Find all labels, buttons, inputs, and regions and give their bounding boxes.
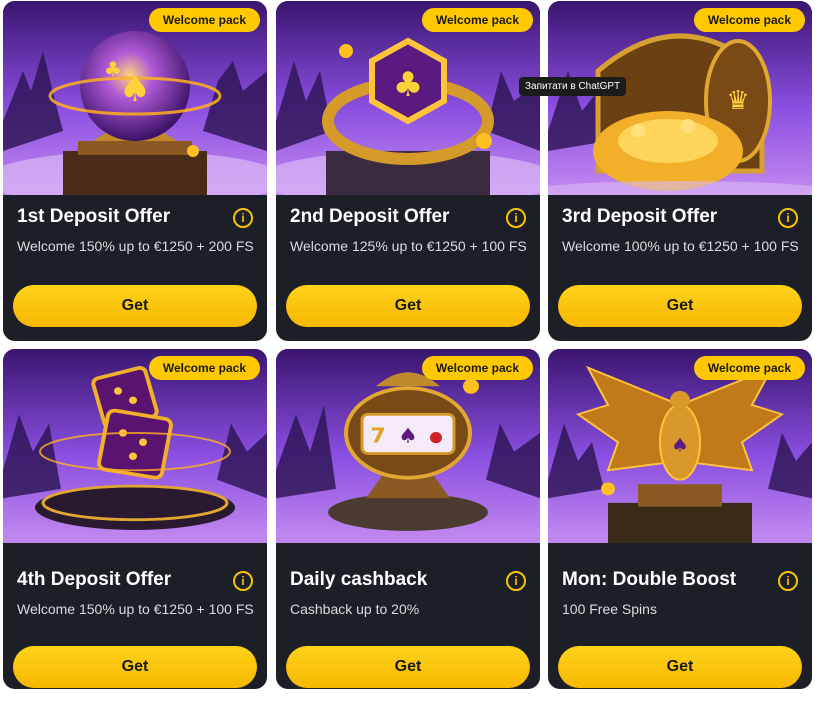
offer-description: 100 Free Spins — [562, 601, 657, 617]
info-icon[interactable]: i — [506, 571, 526, 591]
offer-description: Welcome 100% up to €1250 + 100 FS — [562, 238, 799, 254]
svg-text:♣: ♣ — [393, 65, 423, 105]
promo-card-6: ♠ Welcome pack Mon: Double Boost i 100 F… — [548, 349, 812, 689]
offer-title: Mon: Double Boost — [562, 569, 737, 590]
svg-text:7: 7 — [370, 424, 385, 448]
get-button[interactable]: Get — [13, 646, 257, 688]
info-icon[interactable]: i — [778, 571, 798, 591]
offer-description: Cashback up to 20% — [290, 601, 420, 617]
get-button[interactable]: Get — [558, 646, 802, 688]
promo-card-3: ♛ Welcome pack 3rd Deposit Offer i Welco… — [548, 1, 812, 341]
get-button[interactable]: Get — [558, 285, 802, 327]
get-button[interactable]: Get — [286, 285, 530, 327]
get-button[interactable]: Get — [13, 285, 257, 327]
offer-title: Daily cashback — [290, 569, 428, 590]
svg-text:♠: ♠ — [119, 69, 151, 110]
ask-chatgpt-tooltip[interactable]: Запитати в ChatGPT — [519, 77, 627, 96]
info-icon[interactable]: i — [233, 208, 253, 228]
welcome-pack-badge: Welcome pack — [421, 8, 533, 32]
promo-card-1: ♠ ♣ Welcome pack 1st Deposit Offer i Wel… — [3, 1, 267, 341]
svg-text:♠: ♠ — [671, 434, 689, 456]
welcome-pack-badge: Welcome pack — [148, 356, 260, 380]
promotions-grid: ♠ ♣ Welcome pack 1st Deposit Offer i Wel… — [0, 0, 815, 701]
promo-card-5: 7 ♠ Welcome pack Daily cashback i Cashba… — [276, 349, 540, 689]
welcome-pack-badge: Welcome pack — [148, 8, 260, 32]
info-icon[interactable]: i — [233, 571, 253, 591]
get-button[interactable]: Get — [286, 646, 530, 688]
promo-card-2: ♣ Welcome pack 2nd Deposit Offer i Welco… — [276, 1, 540, 341]
welcome-pack-badge: Welcome pack — [693, 8, 805, 32]
offer-title: 4th Deposit Offer — [17, 569, 172, 590]
svg-text:♠: ♠ — [398, 424, 418, 448]
offer-description: Welcome 150% up to €1250 + 100 FS — [17, 601, 254, 617]
offer-title: 2nd Deposit Offer — [290, 206, 450, 227]
offer-title: 3rd Deposit Offer — [562, 206, 718, 227]
offer-description: Welcome 150% up to €1250 + 200 FS — [17, 238, 254, 254]
offer-title: 1st Deposit Offer — [17, 206, 171, 227]
svg-text:♣: ♣ — [104, 57, 122, 81]
promo-card-4: Welcome pack 4th Deposit Offer i Welcome… — [3, 349, 267, 689]
offer-description: Welcome 125% up to €1250 + 100 FS — [290, 238, 527, 254]
svg-text:♛: ♛ — [726, 86, 749, 116]
info-icon[interactable]: i — [778, 208, 798, 228]
info-icon[interactable]: i — [506, 208, 526, 228]
welcome-pack-badge: Welcome pack — [693, 356, 805, 380]
welcome-pack-badge: Welcome pack — [421, 356, 533, 380]
